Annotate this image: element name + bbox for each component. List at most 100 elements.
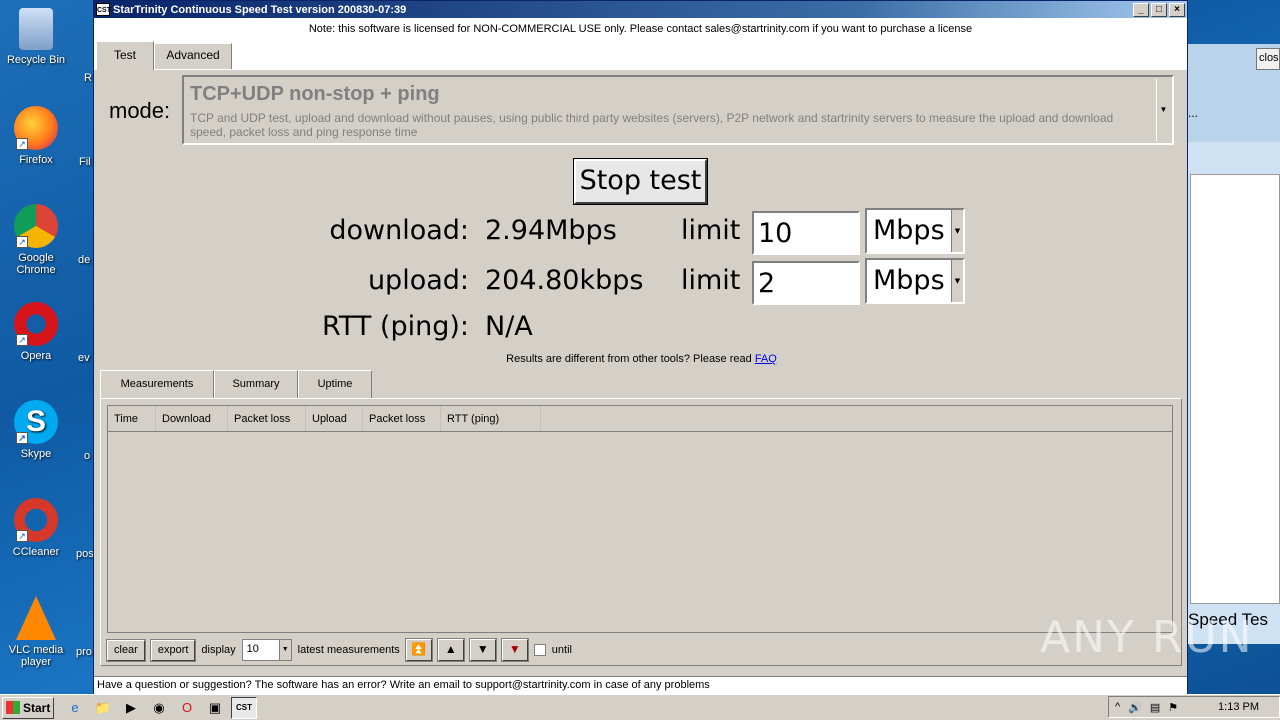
shortcut-arrow-icon: ↗ [16,236,28,248]
export-button[interactable]: export [149,638,197,662]
partial-icon-label: o [84,450,91,462]
rtt-label: RTT (ping): [322,311,469,342]
faq-link[interactable]: FAQ [755,353,777,365]
download-label: download: [329,215,469,246]
red-down-arrow-icon: ▼ [508,642,521,656]
display-count-select[interactable]: 10 ▼ [241,639,292,661]
desktop-icon-firefox[interactable]: ↗ Firefox [0,106,72,166]
column-header-upload-packet-loss[interactable]: Packet loss [363,406,441,431]
desktop-icon-opera[interactable]: ↗ Opera [0,302,72,362]
display-count-value: 10 [246,643,259,655]
chrome-taskbar-icon[interactable]: ◉ [147,697,171,719]
start-button[interactable]: Start [2,696,54,719]
scroll-top-button[interactable]: ⏫ [404,638,433,662]
windows-flag-icon [6,701,20,714]
desktop-icon-vlc[interactable]: VLC media player [0,596,72,668]
upload-unit-select[interactable]: Mbps ▼ [865,258,965,304]
window-title: StarTrinity Continuous Speed Test versio… [113,3,407,16]
background-window[interactable]: clos ... Speed Tes [1188,44,1280,644]
faq-text: Results are different from other tools? … [506,353,752,365]
chevron-down-icon[interactable]: ▼ [1156,79,1170,141]
volume-icon[interactable]: 🔊 [1128,701,1142,714]
clear-button[interactable]: clear [106,638,146,662]
upload-value: 204.80kbps [485,265,644,296]
shortcut-arrow-icon: ↗ [16,334,28,346]
scroll-down-button[interactable]: ▼ [468,638,497,662]
column-header-upload[interactable]: Upload [306,406,363,431]
download-limit-input[interactable] [752,211,860,255]
opera-icon: ↗ [14,302,58,346]
background-window-header: clos ... [1188,44,1280,142]
minimize-button[interactable]: _ [1133,2,1149,17]
shortcut-arrow-icon: ↗ [16,138,28,150]
column-header-download[interactable]: Download [156,406,228,431]
partial-icon-label: pos [76,548,94,560]
background-window-content [1190,174,1280,604]
desktop-icon-label: Google Chrome [16,252,56,276]
desktop-icon-recycle-bin[interactable]: Recycle Bin [0,8,72,66]
latest-measurements-label: latest measurements [297,644,400,656]
network-icon[interactable]: ▤ [1150,701,1160,714]
flag-icon[interactable]: ⚑ [1168,701,1178,714]
explorer-icon[interactable]: 📁 [91,697,115,719]
desktop-icon-chrome[interactable]: ↗ Google Chrome [0,204,72,276]
mode-title: TCP+UDP non-stop + ping [190,83,440,105]
desktop-icon-label: Recycle Bin [6,54,66,66]
desktop-icon-label: CCleaner [12,546,60,558]
shortcut-arrow-icon: ↗ [16,432,28,444]
tab-measurements[interactable]: Measurements [100,370,214,399]
download-value: 2.94Mbps [485,215,617,246]
column-header-time[interactable]: Time [108,406,156,431]
tray-expand-icon[interactable]: ^ [1115,701,1120,713]
chevron-down-icon[interactable]: ▼ [278,640,291,660]
upload-unit-value: Mbps [873,265,945,296]
tab-test[interactable]: Test [96,41,154,70]
maximize-button[interactable]: □ [1151,2,1167,17]
desktop-icon-skype[interactable]: S ↗ Skype [0,400,72,460]
column-header-rtt[interactable]: RTT (ping) [441,406,541,431]
tab-advanced[interactable]: Advanced [154,43,232,69]
ie-icon[interactable]: e [63,697,87,719]
partial-icon-label: de [78,254,91,266]
scroll-bottom-button[interactable]: ▼ [500,638,529,662]
status-bar: Have a question or suggestion? The softw… [94,676,1187,694]
partial-icon-label: Fil [79,156,91,168]
down-arrow-icon: ▼ [476,642,489,656]
background-ellipsis: ... [1188,106,1199,120]
until-checkbox[interactable] [533,644,546,656]
download-unit-value: Mbps [873,215,945,246]
partial-icon-label: ev [78,352,90,364]
table-header: Time Download Packet loss Upload Packet … [108,406,1172,432]
measurements-table[interactable]: Time Download Packet loss Upload Packet … [107,405,1173,633]
upload-limit-label: limit [681,265,741,296]
desktop-icon-ccleaner[interactable]: ↗ CCleaner [0,498,72,558]
measurements-toolbar: clear export display 10 ▼ latest measure… [106,638,572,662]
desktop-icon-label: Firefox [19,154,53,166]
rtt-value: N/A [485,311,533,342]
clock[interactable]: 1:13 PM [1218,701,1259,713]
chevron-down-icon[interactable]: ▼ [951,260,963,302]
tab-summary[interactable]: Summary [214,370,298,398]
scroll-up-button[interactable]: ▲ [436,638,465,662]
taskbar-item-cst[interactable]: CST [231,696,257,719]
column-header-download-packet-loss[interactable]: Packet loss [228,406,306,431]
partial-icon-label: pro [76,646,92,658]
opera-taskbar-icon[interactable]: O [175,697,199,719]
background-close-button[interactable]: clos [1256,48,1280,70]
chevron-down-icon[interactable]: ▼ [951,210,963,252]
upload-limit-input[interactable] [752,261,860,305]
title-bar[interactable]: CST StarTrinity Continuous Speed Test ve… [94,1,1187,18]
firefox-icon: ↗ [14,106,58,150]
ccleaner-icon: ↗ [14,498,58,542]
desktop-icon-label: Skype [20,448,52,460]
close-button[interactable]: × [1169,2,1185,17]
mode-select[interactable]: TCP+UDP non-stop + ping TCP and UDP test… [182,75,1174,145]
app-taskbar-icon[interactable]: ▣ [203,697,227,719]
download-unit-select[interactable]: Mbps ▼ [865,208,965,254]
tab-uptime[interactable]: Uptime [298,370,372,398]
chrome-icon: ↗ [14,204,58,248]
until-label: until [551,644,572,656]
media-player-icon[interactable]: ▶ [119,697,143,719]
stop-test-button[interactable]: Stop test [573,158,708,205]
main-window: CST StarTrinity Continuous Speed Test ve… [93,0,1188,694]
